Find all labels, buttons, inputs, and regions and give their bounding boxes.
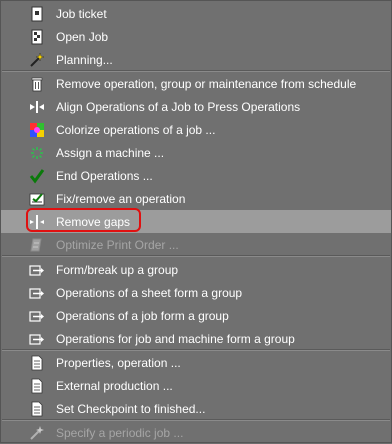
menu-item-fix-remove-operation[interactable]: Fix/remove an operation [1, 187, 391, 210]
menu-item-label: Job ticket [56, 7, 107, 21]
job-ticket-icon [31, 6, 43, 22]
menu-item-label: Operations of a sheet form a group [56, 286, 243, 300]
group-arrow-icon [29, 265, 44, 276]
menu-item-label: Operations of a job form a group [56, 309, 229, 323]
menu-separator [2, 255, 390, 257]
menu-item-label: Open Job [56, 30, 109, 44]
menu-item-job-machine-form-group[interactable]: Operations for job and machine form a gr… [1, 327, 391, 350]
align-arrows-icon [30, 101, 44, 113]
menu-item-label: Set Checkpoint to finished... [56, 402, 206, 416]
menu-item-label: End Operations ... [56, 169, 153, 183]
menu-item-open-job[interactable]: Open Job [1, 25, 391, 48]
menu-item-properties-operation[interactable]: Properties, operation ... [1, 351, 391, 374]
context-menu: Job ticket Open Job Planning... Remove o… [0, 0, 392, 443]
menu-item-set-checkpoint-finished[interactable]: Set Checkpoint to finished... [1, 397, 391, 420]
menu-item-label: Form/break up a group [56, 263, 179, 277]
group-arrow-icon [29, 311, 44, 322]
menu-item-align-operations[interactable]: Align Operations of a Job to Press Opera… [1, 95, 391, 118]
menu-item-optimize-print-order[interactable]: Optimize Print Order ... [1, 233, 391, 256]
remove-gaps-icon [30, 215, 44, 229]
color-wheel-icon [30, 123, 44, 137]
document-icon [31, 401, 43, 417]
menu-item-label: Colorize operations of a job ... [56, 123, 216, 137]
menu-item-label: Remove gaps [56, 215, 131, 229]
menu-item-label: Align Operations of a Job to Press Opera… [56, 100, 301, 114]
assign-machine-icon [31, 147, 43, 159]
menu-item-label: Fix/remove an operation [56, 192, 186, 206]
checkmark-icon [29, 169, 45, 184]
trash-icon [31, 77, 43, 92]
optimize-icon [30, 238, 42, 252]
document-icon [31, 378, 43, 394]
menu-item-external-production[interactable]: External production ... [1, 374, 391, 397]
menu-item-label: Operations for job and machine form a gr… [56, 332, 295, 346]
menu-item-colorize[interactable]: Colorize operations of a job ... [1, 118, 391, 141]
menu-item-remove-operation[interactable]: Remove operation, group or maintenance f… [1, 72, 391, 95]
menu-item-end-operations[interactable]: End Operations ... [1, 164, 391, 187]
menu-item-label: Properties, operation ... [56, 356, 181, 370]
menu-item-label: Optimize Print Order ... [56, 238, 179, 252]
menu-item-planning[interactable]: Planning... [1, 48, 391, 71]
menu-item-assign-machine[interactable]: Assign a machine ... [1, 141, 391, 164]
menu-item-label: Planning... [56, 53, 113, 67]
menu-item-label: Specify a periodic job ... [56, 426, 184, 440]
menu-item-sheet-form-group[interactable]: Operations of a sheet form a group [1, 281, 391, 304]
menu-item-job-ticket[interactable]: Job ticket [1, 2, 391, 25]
fix-operation-icon [29, 193, 45, 206]
open-job-icon [31, 29, 43, 45]
menu-item-label: Remove operation, group or maintenance f… [56, 77, 357, 91]
group-arrow-icon [29, 288, 44, 299]
menu-item-remove-gaps[interactable]: Remove gaps [1, 210, 391, 233]
document-icon [31, 355, 43, 371]
menu-item-specify-periodic-job[interactable]: Specify a periodic job ... [1, 421, 391, 444]
menu-item-job-form-group[interactable]: Operations of a job form a group [1, 304, 391, 327]
menu-item-label: External production ... [56, 379, 173, 393]
group-arrow-icon [29, 334, 44, 345]
menu-item-form-break-group[interactable]: Form/break up a group [1, 258, 391, 281]
planning-wand-icon [30, 52, 45, 67]
menu-item-label: Assign a machine ... [56, 146, 165, 160]
magic-wand-icon [30, 426, 44, 440]
